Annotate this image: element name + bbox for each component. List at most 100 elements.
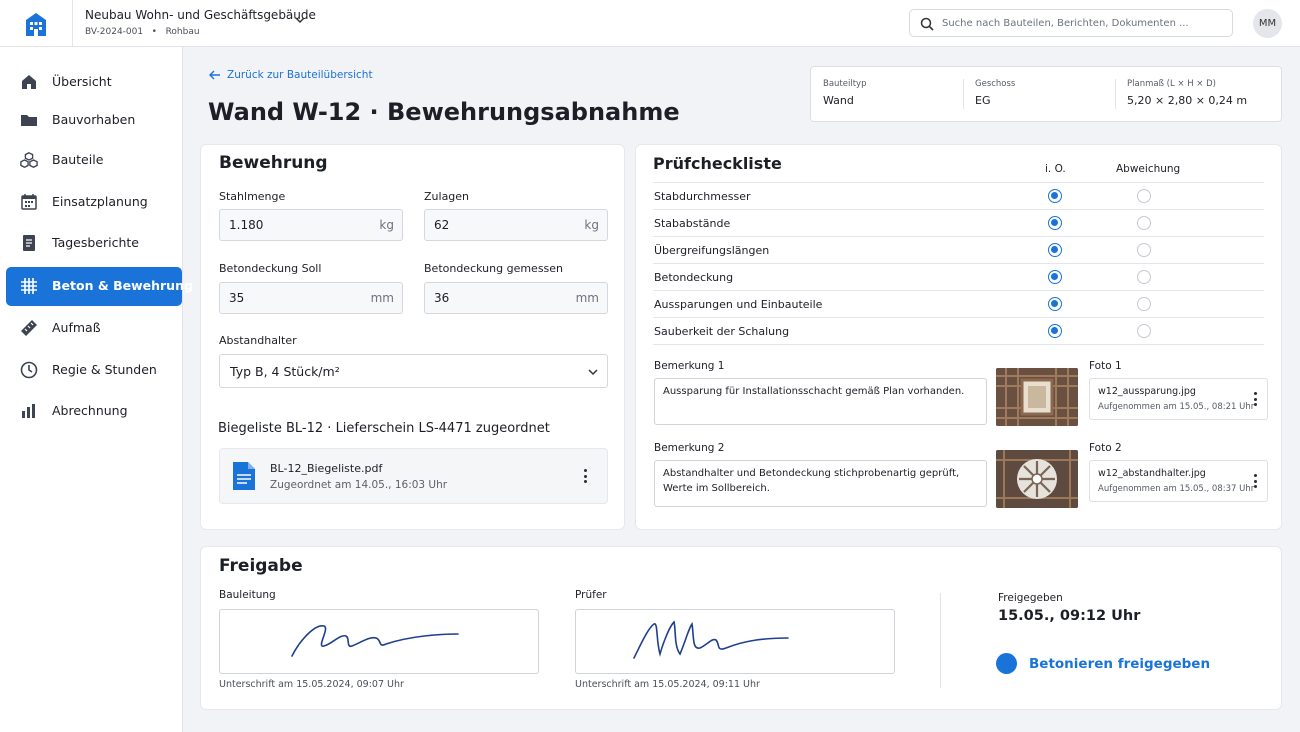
freigabe-status-time: 15.05., 09:12 Uhr — [998, 608, 1141, 624]
building-icon — [26, 12, 46, 36]
radio-io[interactable] — [1048, 189, 1062, 203]
more-options-icon[interactable] — [582, 469, 588, 485]
zulagen-input[interactable]: 62 kg — [424, 209, 608, 241]
checklist-row: Übergreifungslängen — [653, 237, 1264, 264]
radio-io[interactable] — [1048, 243, 1062, 257]
col-abweichung: Abweichung — [1116, 163, 1181, 175]
search-icon — [920, 17, 934, 31]
col-io: i. O. — [1045, 163, 1066, 175]
status-dot-icon — [996, 653, 1017, 674]
sidebar-item-abrechnung[interactable]: Abrechnung — [6, 392, 182, 430]
meta-bauteiltyp: Bauteiltyp Wand — [823, 79, 867, 107]
radio-abweichung[interactable] — [1137, 270, 1151, 284]
zulagen-label: Zulagen — [424, 190, 470, 203]
back-link[interactable]: Zurück zur Bauteilübersicht — [209, 69, 373, 81]
stahlmenge-input[interactable]: 1.180 kg — [219, 209, 403, 241]
sidebar-item-einsatzplanung[interactable]: Einsatzplanung — [6, 183, 182, 221]
chevron-down-icon — [588, 369, 598, 376]
abstandhalter-select[interactable]: Typ B, 4 Stück/m² — [219, 354, 608, 388]
app-logo[interactable] — [0, 0, 73, 47]
sidebar-item-uebersicht[interactable]: Übersicht — [6, 63, 182, 101]
divider — [1115, 79, 1116, 109]
checklist-title: Prüfcheckliste — [653, 154, 782, 173]
component-meta-panel: Bauteiltyp Wand Geschoss EG Planmaß (L ×… — [810, 66, 1282, 122]
grid-icon — [21, 278, 37, 294]
meta-geschoss: Geschoss EG — [975, 79, 1016, 107]
arrow-left-icon — [209, 70, 220, 80]
freigabe-title: Freigabe — [219, 556, 303, 576]
sidebar-item-bauteile[interactable]: Bauteile — [6, 141, 182, 179]
checklist-row: Stabdurchmesser — [653, 183, 1264, 210]
file-name: BL-12_Biegeliste.pdf — [270, 462, 383, 475]
signature-pruefer — [633, 620, 789, 659]
radio-abweichung[interactable] — [1137, 297, 1151, 311]
bauleitung-label: Bauleitung — [219, 589, 276, 601]
home-icon — [22, 75, 36, 89]
pdf-file-icon — [233, 462, 255, 490]
more-options-icon[interactable] — [1252, 392, 1258, 408]
search-input[interactable] — [942, 14, 1222, 32]
betonieren-freigegeben-button[interactable]: Betonieren freigegeben — [996, 653, 1210, 674]
betondeckung-soll-input[interactable]: 35 mm — [219, 282, 403, 314]
sidebar-item-beton-bewehrung[interactable]: Beton & Bewehrung — [6, 267, 193, 306]
pruefer-signature-pad[interactable] — [575, 609, 895, 674]
radio-abweichung[interactable] — [1137, 216, 1151, 230]
sidebar-item-aufmass[interactable]: Aufmaß — [6, 309, 182, 347]
radio-abweichung[interactable] — [1137, 324, 1151, 338]
freigabe-status-label: Freigegeben — [998, 592, 1063, 604]
search-field[interactable] — [909, 9, 1233, 37]
bemerkung-1-textarea[interactable]: Aussparung für Installationsschacht gemä… — [654, 378, 987, 425]
radio-io[interactable] — [1048, 216, 1062, 230]
user-avatar[interactable]: MM — [1253, 9, 1282, 38]
radio-io[interactable] — [1048, 270, 1062, 284]
document-icon — [23, 235, 35, 251]
foto-2-label: Foto 2 — [1089, 442, 1122, 454]
radio-io[interactable] — [1048, 324, 1062, 338]
meta-planmass: Planmaß (L × H × D) 5,20 × 2,80 × 0,24 m — [1127, 79, 1248, 107]
signature-bauleitung — [291, 625, 459, 657]
sidebar-item-regie-stunden[interactable]: Regie & Stunden — [6, 351, 182, 389]
cubes-icon — [20, 152, 38, 168]
pruefer-signature-date: Unterschrift am 15.05.2024, 09:11 Uhr — [575, 679, 760, 690]
radio-abweichung[interactable] — [1137, 189, 1151, 203]
bemerkung-2-textarea[interactable]: Abstandhalter und Betondeckung stichprob… — [654, 460, 987, 507]
sidebar: Übersicht Bauvorhaben Bauteile Einsatzpl… — [0, 47, 193, 732]
bar-chart-icon — [22, 404, 35, 418]
checklist-row: Sauberkeit der Schalung — [653, 318, 1264, 345]
photo-1-thumbnail[interactable] — [996, 368, 1078, 426]
divider — [963, 79, 964, 109]
bauleitung-signature-date: Unterschrift am 15.05.2024, 09:07 Uhr — [219, 679, 404, 690]
pruefer-label: Prüfer — [575, 589, 607, 601]
sidebar-item-bauvorhaben[interactable]: Bauvorhaben — [6, 101, 182, 139]
betondeckung-gemessen-input[interactable]: 36 mm — [424, 282, 608, 314]
bemerkung-2-label: Bemerkung 2 — [654, 442, 725, 454]
bauleitung-signature-pad[interactable] — [219, 609, 539, 674]
clock-icon — [20, 361, 38, 379]
radio-abweichung[interactable] — [1137, 243, 1151, 257]
bewehrung-title: Bewehrung — [219, 153, 328, 173]
project-subtitle: BV-2024-001 • Rohbau — [85, 27, 200, 37]
radio-io[interactable] — [1048, 297, 1062, 311]
more-options-icon[interactable] — [1252, 474, 1258, 490]
abstandhalter-label: Abstandhalter — [219, 334, 297, 347]
photo-2-thumbnail[interactable] — [996, 450, 1078, 508]
divider — [940, 593, 941, 688]
photo-2-file[interactable]: w12_abstandhalter.jpg Aufgenommen am 15.… — [1089, 460, 1268, 502]
chevron-down-icon[interactable] — [293, 13, 307, 27]
betondeckung-gemessen-label: Betondeckung gemessen — [424, 262, 564, 275]
checklist-row: Aussparungen und Einbauteile — [653, 291, 1264, 318]
betondeckung-soll-label: Betondeckung Soll — [219, 262, 322, 275]
page-title: Wand W-12 · Bewehrungsabnahme — [208, 98, 680, 126]
top-bar: Neubau Wohn- und Geschäftsgebäude BV-202… — [0, 0, 1300, 47]
project-title[interactable]: Neubau Wohn- und Geschäftsgebäude — [85, 8, 316, 22]
back-link-label: Zurück zur Bauteilübersicht — [227, 69, 373, 81]
biegeliste-file[interactable]: BL-12_Biegeliste.pdf Zugeordnet am 14.05… — [219, 448, 608, 504]
sidebar-item-tagesberichte[interactable]: Tagesberichte — [6, 224, 182, 262]
ruler-icon — [21, 320, 37, 336]
folder-icon — [21, 115, 37, 126]
checklist-row: Stababstände — [653, 210, 1264, 237]
calendar-icon — [21, 194, 37, 210]
stahlmenge-label: Stahlmenge — [219, 190, 286, 203]
photo-1-file[interactable]: w12_aussparung.jpg Aufgenommen am 15.05.… — [1089, 378, 1268, 420]
bemerkung-1-label: Bemerkung 1 — [654, 360, 725, 372]
